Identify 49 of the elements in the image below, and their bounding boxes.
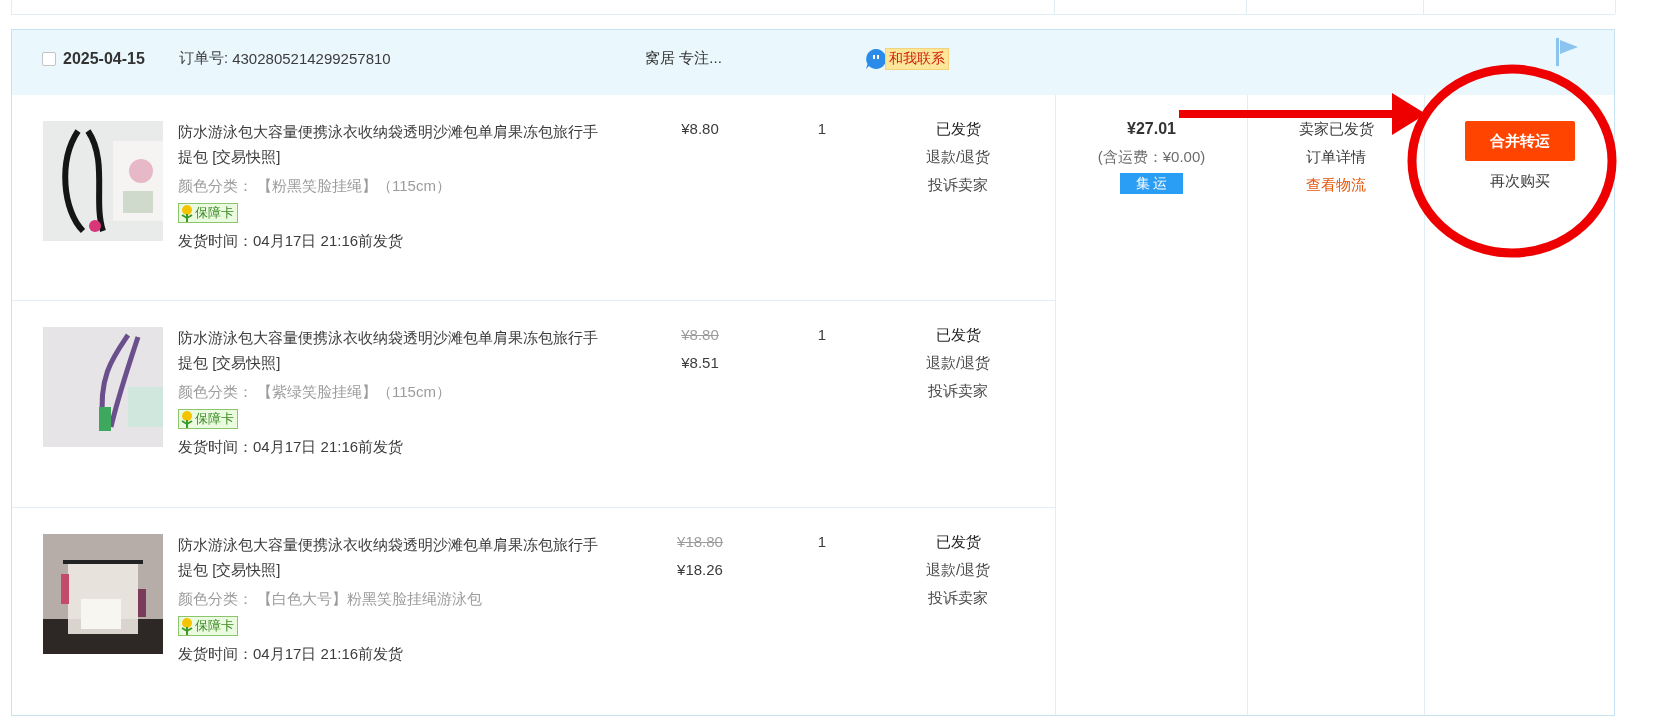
spec-value: 【紫绿笑脸挂绳】（115cm） <box>257 383 451 400</box>
quantity: 1 <box>817 120 827 137</box>
ship-time: 发货时间：04月17日 21:16前发货 <box>178 437 404 457</box>
original-price: ¥8.80 <box>680 325 720 345</box>
ship-time: 发货时间：04月17日 21:16前发货 <box>178 231 404 251</box>
product-title-link[interactable]: 防水游泳包大容量便携泳衣收纳袋透明沙滩包单肩果冻包旅行手提包 [交易快照] <box>178 532 598 582</box>
spec-label: 颜色分类： <box>178 590 253 607</box>
status-link[interactable]: 投诉卖家 <box>928 171 988 199</box>
chat-bubble-icon <box>865 47 888 70</box>
order-number: 4302805214299257810 <box>232 50 392 67</box>
unit-price: ¥8.80 <box>680 119 720 139</box>
guarantee-badge[interactable]: 保障卡 <box>178 409 238 429</box>
logistics-link[interactable]: 查看物流 <box>1306 171 1366 199</box>
order-link[interactable]: 卖家已发货 <box>1298 115 1374 143</box>
original-price: ¥18.80 <box>676 532 724 552</box>
status-link[interactable]: 退款/退货 <box>925 349 991 377</box>
status-text: 已发货 <box>935 325 981 345</box>
checkbox[interactable] <box>42 51 56 66</box>
order-number-label: 订单号: <box>179 49 229 68</box>
unit-price: ¥8.51 <box>680 353 720 373</box>
flower-icon <box>179 617 195 635</box>
spec-value: 【白色大号】粉黑笑脸挂绳游泳包 <box>257 590 482 607</box>
flag-icon <box>1555 37 1579 66</box>
consolidated-shipping-tag: 集 运 <box>1119 173 1184 194</box>
status-link[interactable]: 投诉卖家 <box>928 377 988 405</box>
flower-icon <box>179 410 195 428</box>
status-text: 已发货 <box>935 532 981 552</box>
guarantee-badge[interactable]: 保障卡 <box>178 616 238 636</box>
buy-again-link[interactable]: 再次购买 <box>1489 169 1550 193</box>
product-title-link[interactable]: 防水游泳包大容量便携泳衣收纳袋透明沙滩包单肩果冻包旅行手提包 [交易快照] <box>178 119 598 169</box>
spec-value: 【粉黑笑脸挂绳】（115cm） <box>257 177 451 194</box>
shop-link[interactable]: 窝居 专注... <box>645 49 866 68</box>
unit-price: ¥18.26 <box>676 560 724 580</box>
ship-time: 发货时间：04月17日 21:16前发货 <box>178 644 404 664</box>
flower-icon <box>179 204 195 222</box>
shipping-fee: (含运费：¥0.00) <box>1097 147 1206 167</box>
status-text: 已发货 <box>935 119 981 139</box>
status-link[interactable]: 投诉卖家 <box>928 584 988 612</box>
spec-label: 颜色分类： <box>178 383 253 400</box>
order-link[interactable]: 订单详情 <box>1306 143 1366 171</box>
status-link[interactable]: 退款/退货 <box>925 556 991 584</box>
order-total: ¥27.01 <box>1127 119 1176 139</box>
quantity: 1 <box>817 533 827 550</box>
product-title-link[interactable]: 防水游泳包大容量便携泳衣收纳袋透明沙滩包单肩果冻包旅行手提包 [交易快照] <box>178 325 598 375</box>
order-date: 2025-04-15 <box>63 49 146 68</box>
spec-label: 颜色分类： <box>178 177 253 194</box>
status-link[interactable]: 退款/退货 <box>925 143 991 171</box>
quantity: 1 <box>817 326 827 343</box>
guarantee-badge[interactable]: 保障卡 <box>178 203 238 223</box>
